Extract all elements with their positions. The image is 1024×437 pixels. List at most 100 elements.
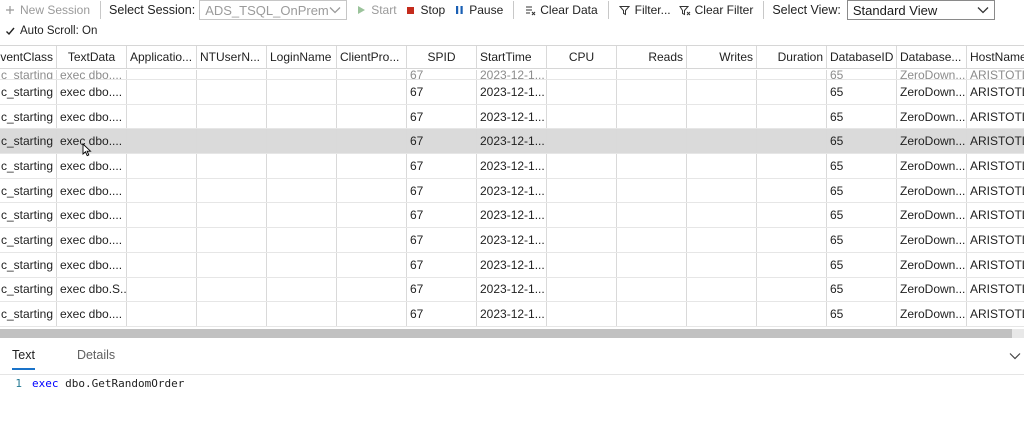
cell-login-name — [267, 154, 337, 178]
tab-details[interactable]: Details — [77, 346, 115, 370]
auto-scroll-label: Auto Scroll: On — [20, 25, 98, 37]
column-header-writes[interactable]: Writes — [687, 46, 757, 68]
column-header-nt-user-name[interactable]: NTUserN... — [197, 46, 267, 68]
column-header-reads[interactable]: Reads — [617, 46, 687, 68]
cell-database-name: ZeroDown... — [897, 154, 967, 178]
cell-application-name — [127, 252, 197, 277]
view-select[interactable]: Standard View — [846, 0, 995, 20]
filter-button[interactable]: Filter... — [615, 0, 675, 20]
column-header-spid[interactable]: SPID — [407, 46, 477, 68]
table-row[interactable]: c_starting exec dbo.... 67 2023-12-1... 65 Ze… — [0, 178, 1024, 204]
plus-icon — [4, 4, 16, 16]
column-header-duration[interactable]: Duration — [757, 46, 827, 68]
cell-reads — [617, 70, 687, 79]
pause-button[interactable]: Pause — [449, 0, 507, 20]
line-number: 1 — [15, 377, 22, 390]
table-row[interactable]: c_starting exec dbo.... 67 2023-12-1... 65 Ze… — [0, 80, 1024, 105]
cell-reads — [617, 129, 687, 154]
cell-nt-user-name — [197, 129, 267, 154]
cell-database-id: 65 — [827, 129, 897, 154]
column-header-database-id[interactable]: DatabaseID — [827, 46, 897, 68]
cell-database-id: 65 — [827, 80, 897, 104]
cell-database-name: ZeroDown... — [897, 203, 967, 228]
start-label: Start — [371, 3, 397, 17]
stop-button[interactable]: Stop — [401, 0, 450, 20]
tab-text[interactable]: Text — [12, 346, 35, 370]
cell-event-class: c_starting — [0, 178, 57, 203]
select-session-label: Select Session: — [109, 3, 196, 17]
cell-database-id: 65 — [827, 277, 897, 302]
table-row[interactable]: c_starting exec dbo.... 67 2023-12-1... 65 Ze… — [0, 228, 1024, 253]
start-button[interactable]: Start — [351, 0, 400, 20]
cell-database-name: ZeroDown... — [897, 178, 967, 203]
cell-text-data: exec dbo.... — [57, 154, 127, 178]
column-header-application-name[interactable]: Applicatio... — [127, 46, 197, 68]
table-row[interactable]: c_starting exec dbo.... 67 2023-12-1... 65 Ze… — [0, 104, 1024, 130]
stop-label: Stop — [420, 3, 446, 17]
cell-login-name — [267, 178, 337, 203]
cell-text-data: exec dbo.... — [57, 252, 127, 277]
cell-nt-user-name — [197, 70, 267, 79]
toolbar-divider — [100, 1, 102, 19]
column-header-start-time[interactable]: StartTime — [477, 46, 547, 68]
chevron-down-icon[interactable] — [1009, 352, 1021, 360]
cell-start-time: 2023-12-1... — [477, 104, 547, 129]
table-row[interactable]: c_starting exec dbo.... 67 2023-12-1... 65 Ze… — [0, 129, 1024, 155]
cell-duration — [757, 80, 827, 104]
code-keyword: exec — [32, 377, 59, 390]
table-row[interactable]: c_starting exec dbo.... 67 2023-12-1... 65 Ze… — [0, 252, 1024, 278]
cell-database-name: ZeroDown... — [897, 228, 967, 252]
clear-filter-button[interactable]: Clear Filter — [675, 0, 758, 20]
column-header-host-name[interactable]: HostName — [967, 46, 1024, 68]
cell-database-name: ZeroDown... — [897, 252, 967, 277]
cell-start-time: 2023-12-1... — [477, 228, 547, 252]
cell-event-class: c_starting — [0, 302, 57, 326]
table-row[interactable]: c_starting exec dbo.... 67 2023-12-1... 65 Ze… — [0, 302, 1024, 327]
cell-client-process — [337, 228, 407, 252]
cell-nt-user-name — [197, 228, 267, 252]
column-header-client-process[interactable]: ClientPro... — [337, 46, 407, 68]
cell-duration — [757, 154, 827, 178]
cell-writes — [687, 228, 757, 252]
cell-application-name — [127, 203, 197, 228]
column-header-login-name[interactable]: LoginName — [267, 46, 337, 68]
table-row[interactable]: c_starting exec dbo.... 67 2023-12-1... 65 Ze… — [0, 70, 1024, 80]
column-header-text-data[interactable]: TextData — [57, 46, 127, 68]
cell-client-process — [337, 203, 407, 228]
cell-spid: 67 — [407, 203, 477, 228]
select-view-label: Select View: — [772, 3, 841, 17]
column-header-cpu[interactable]: CPU — [547, 46, 617, 68]
new-session-button[interactable]: New Session — [0, 0, 94, 20]
view-select-value: Standard View — [852, 2, 938, 18]
cell-database-name: ZeroDown... — [897, 80, 967, 104]
events-grid: ventClass TextData Applicatio... NTUserN...… — [0, 45, 1024, 337]
clear-data-button[interactable]: Clear Data — [520, 0, 601, 20]
cell-reads — [617, 302, 687, 326]
horizontal-scrollbar[interactable] — [0, 329, 1024, 338]
details-panel: Text Details 1 exec dbo.GetRandomOrder — [0, 340, 1024, 437]
cell-login-name — [267, 80, 337, 104]
cell-cpu — [547, 104, 617, 129]
stop-icon — [405, 4, 417, 16]
cell-client-process — [337, 104, 407, 129]
column-header-database-name[interactable]: Database... — [897, 46, 967, 68]
table-row[interactable]: c_starting exec dbo.... 67 2023-12-1... 65 Ze… — [0, 203, 1024, 229]
code-editor[interactable]: 1 exec dbo.GetRandomOrder — [0, 377, 184, 390]
auto-scroll-toggle[interactable]: Auto Scroll: On — [0, 22, 97, 40]
table-row[interactable]: c_starting exec dbo.S... 67 2023-12-1... 65 Z… — [0, 277, 1024, 303]
cell-application-name — [127, 277, 197, 302]
session-select[interactable]: ADS_TSQL_OnPrem — [199, 0, 348, 20]
cell-cpu — [547, 129, 617, 154]
cell-writes — [687, 104, 757, 129]
cell-event-class: c_starting — [0, 104, 57, 129]
cell-start-time: 2023-12-1... — [477, 252, 547, 277]
column-header-event-class[interactable]: ventClass — [0, 46, 57, 68]
cell-client-process — [337, 277, 407, 302]
cell-client-process — [337, 252, 407, 277]
clear-data-label: Clear Data — [540, 3, 598, 17]
cell-reads — [617, 80, 687, 104]
cell-nt-user-name — [197, 302, 267, 326]
scrollbar-thumb[interactable] — [0, 329, 1012, 338]
table-row[interactable]: c_starting exec dbo.... 67 2023-12-1... 65 Ze… — [0, 154, 1024, 179]
cell-text-data: exec dbo.... — [57, 80, 127, 104]
